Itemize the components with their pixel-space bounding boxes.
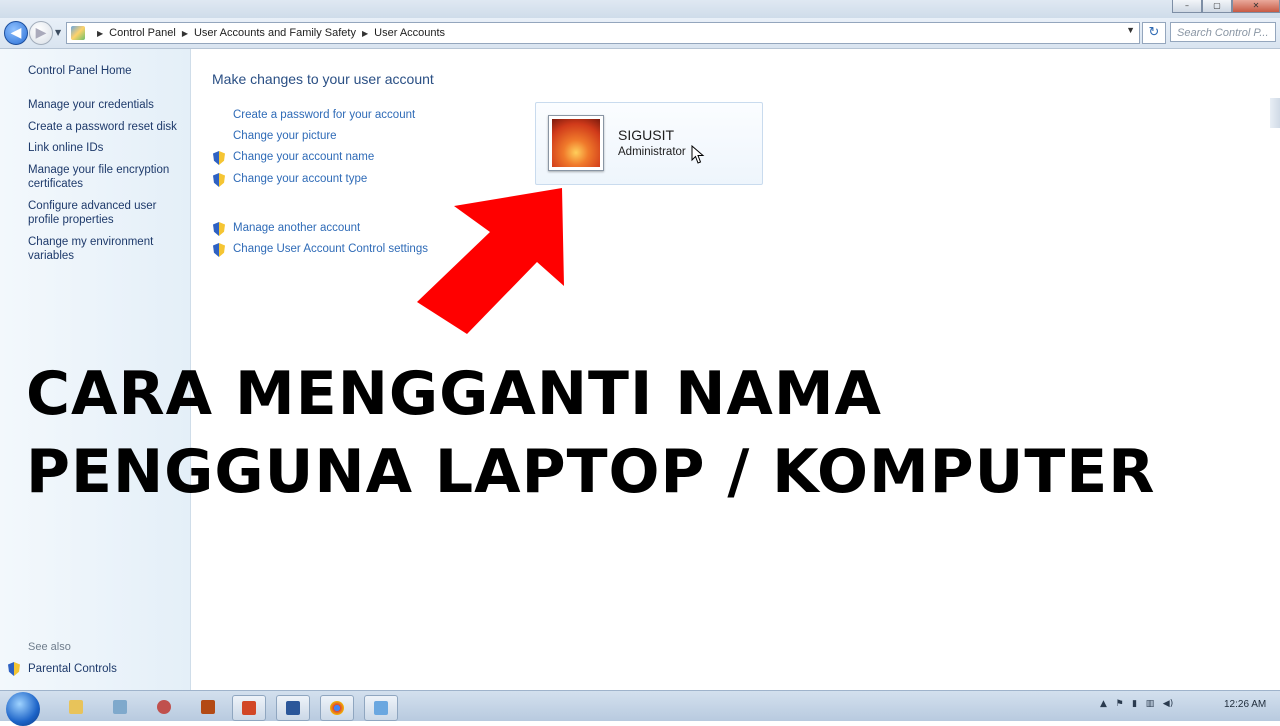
overlay-title: CARA MENGGANTI NAMA PENGGUNA LAPTOP / KO… (26, 355, 1156, 511)
control-panel-icon[interactable] (364, 695, 398, 721)
shield-icon (213, 243, 225, 257)
task-create-password[interactable]: Create a password for your account (233, 109, 415, 121)
account-card[interactable]: SIGUSIT Administrator (535, 102, 763, 185)
page-title: Make changes to your user account (212, 71, 434, 87)
shield-icon (213, 173, 225, 187)
breadcrumb-control-panel[interactable]: Control Panel (109, 27, 176, 39)
start-button[interactable] (6, 692, 40, 726)
task-change-picture[interactable]: Change your picture (233, 130, 337, 142)
chevron-right-icon[interactable]: ▶ (182, 29, 188, 38)
sidebar-item-file-encryption[interactable]: Manage your file encryption certificates (28, 163, 178, 191)
sidebar-item-password-reset-disk[interactable]: Create a password reset disk (28, 120, 177, 134)
sidebar-item-environment-variables[interactable]: Change my environment variables (28, 235, 168, 263)
recent-pages-chevron-icon[interactable]: ▼ (55, 28, 61, 37)
word-icon[interactable] (276, 695, 310, 721)
sidebar-item-label: Parental Controls (28, 663, 117, 675)
app-icon[interactable] (192, 695, 224, 719)
shield-icon (8, 662, 20, 676)
account-name: SIGUSIT (618, 127, 675, 143)
task-uac-settings[interactable]: Change User Account Control settings (233, 243, 428, 255)
sidebar-item-link-online-ids[interactable]: Link online IDs (28, 141, 103, 155)
account-picture-icon (552, 119, 600, 167)
close-button[interactable]: ✕ (1232, 0, 1280, 13)
forward-button[interactable]: ▶ (29, 21, 53, 45)
see-also-label: See also (28, 641, 71, 653)
search-input[interactable]: Search Control P... (1170, 22, 1276, 42)
address-dropdown-icon[interactable]: ▼ (1126, 25, 1135, 35)
sidebar-item-parental-controls[interactable]: Parental Controls (8, 662, 117, 676)
sidebar-item-manage-credentials[interactable]: Manage your credentials (28, 98, 154, 112)
sidebar-item-advanced-profile[interactable]: Configure advanced user profile properti… (28, 199, 168, 227)
explorer-icon[interactable] (60, 695, 92, 719)
title-bar: – ▢ ✕ (0, 0, 1280, 18)
refresh-icon[interactable]: ↻ (1142, 22, 1166, 44)
maximize-button[interactable]: ▢ (1202, 0, 1232, 13)
chevron-right-icon[interactable]: ▶ (97, 29, 103, 38)
breadcrumb-user-accounts-family-safety[interactable]: User Accounts and Family Safety (194, 27, 356, 39)
media-icon[interactable] (104, 695, 136, 719)
task-change-account-name[interactable]: Change your account name (233, 151, 374, 163)
breadcrumb-user-accounts[interactable]: User Accounts (374, 27, 445, 39)
sidebar-item-control-panel-home[interactable]: Control Panel Home (28, 64, 132, 78)
shield-icon (213, 151, 225, 165)
minimize-button[interactable]: – (1172, 0, 1202, 13)
overlay-line-2: PENGGUNA LAPTOP / KOMPUTER (26, 437, 1156, 507)
paint-icon[interactable] (148, 695, 180, 719)
system-tray[interactable]: ▲ ⚑ ▮ ▥ ◀) (1100, 699, 1173, 709)
scrollbar[interactable] (1270, 98, 1280, 128)
taskbar: ▲ ⚑ ▮ ▥ ◀) 12:26 AM (0, 690, 1280, 726)
window-controls: – ▢ ✕ (1172, 0, 1280, 14)
address-bar: ◀ ▶ ▼ ▶ Control Panel ▶ User Accounts an… (0, 18, 1280, 49)
back-button[interactable]: ◀ (4, 21, 28, 45)
red-arrow-icon (417, 188, 564, 334)
account-type: Administrator (618, 146, 686, 158)
avatar[interactable] (548, 115, 604, 171)
chrome-icon[interactable] (320, 695, 354, 721)
task-manage-another-account[interactable]: Manage another account (233, 222, 360, 234)
task-change-account-type[interactable]: Change your account type (233, 173, 367, 185)
overlay-line-1: CARA MENGGANTI NAMA (26, 359, 882, 429)
shield-icon (213, 222, 225, 236)
breadcrumb[interactable]: ▶ Control Panel ▶ User Accounts and Fami… (66, 22, 1140, 44)
mouse-cursor-icon (691, 145, 705, 164)
clock[interactable]: 12:26 AM (1224, 699, 1266, 710)
powerpoint-icon[interactable] (232, 695, 266, 721)
chevron-right-icon[interactable]: ▶ (362, 29, 368, 38)
control-panel-icon (71, 26, 85, 40)
